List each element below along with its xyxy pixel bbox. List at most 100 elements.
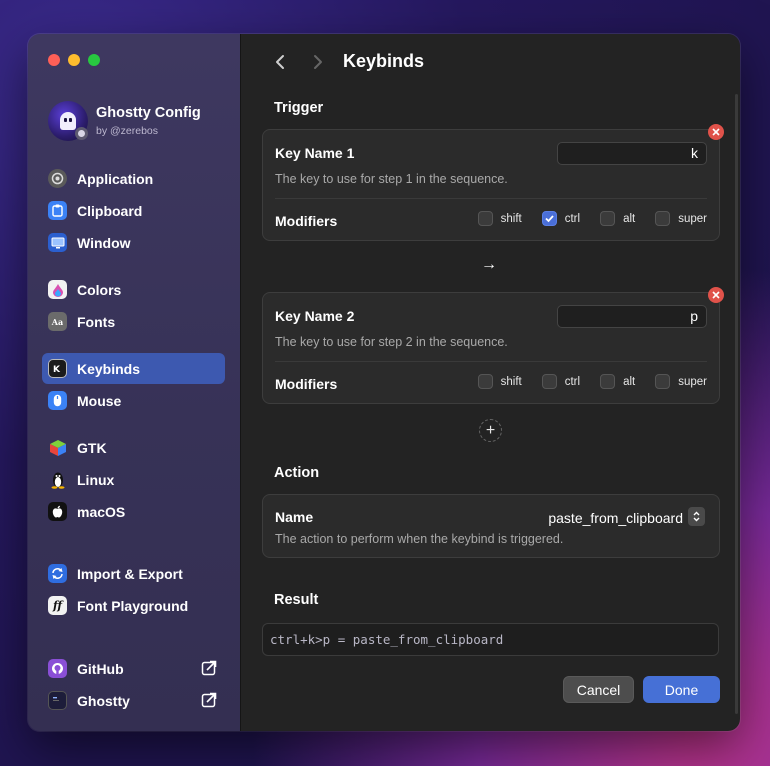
modifier-alt[interactable]: alt bbox=[600, 374, 635, 389]
app-title: Ghostty Config bbox=[96, 105, 201, 121]
sidebar-item-label: Colors bbox=[77, 281, 122, 298]
ctrl-checkbox[interactable] bbox=[541, 374, 557, 389]
keybinds-icon: K bbox=[48, 359, 67, 378]
apple-icon bbox=[48, 502, 67, 521]
modifier-ctrl[interactable]: ctrl bbox=[541, 211, 580, 226]
sidebar-item-clipboard[interactable]: Clipboard bbox=[42, 195, 225, 226]
sidebar-item-label: Keybinds bbox=[77, 360, 141, 377]
sidebar-item-import-export[interactable]: Import & Export bbox=[42, 558, 225, 589]
cancel-button[interactable]: Cancel bbox=[563, 676, 634, 703]
sidebar-item-font-playground[interactable]: ff Font Playground bbox=[42, 590, 225, 621]
sequence-arrow: → bbox=[481, 256, 497, 273]
sidebar-item-fonts[interactable]: Aa Fonts bbox=[42, 306, 225, 337]
sidebar-item-label: GitHub bbox=[77, 660, 124, 677]
sidebar-item-label: Font Playground bbox=[77, 597, 189, 614]
key-name-input[interactable]: p bbox=[557, 305, 707, 328]
modifier-shift[interactable]: shift bbox=[477, 211, 522, 226]
sidebar-item-label: Ghostty bbox=[77, 692, 130, 709]
shift-checkbox[interactable] bbox=[477, 374, 493, 389]
sidebar-item-label: Import & Export bbox=[77, 565, 183, 582]
back-chevron-icon[interactable] bbox=[271, 52, 291, 72]
external-link-icon bbox=[201, 692, 217, 708]
sidebar-item-label: Mouse bbox=[77, 392, 122, 409]
close-window-button[interactable] bbox=[48, 54, 60, 66]
sidebar-item-github[interactable]: GitHub bbox=[42, 653, 225, 684]
app-header: Ghostty Config by @zerebos bbox=[48, 101, 201, 141]
action-description: The action to perform when the keybind i… bbox=[275, 532, 564, 546]
sidebar-item-application[interactable]: Application bbox=[42, 163, 225, 194]
chevron-up-down-icon bbox=[693, 511, 700, 522]
action-select[interactable]: paste_from_clipboard bbox=[548, 510, 683, 526]
shift-checkbox[interactable] bbox=[477, 211, 493, 226]
action-section-title: Action bbox=[274, 465, 320, 481]
remove-step-button[interactable] bbox=[708, 124, 724, 140]
forward-chevron-icon[interactable] bbox=[307, 52, 327, 72]
ghostty-icon bbox=[48, 691, 67, 710]
modifier-alt[interactable]: alt bbox=[600, 211, 635, 226]
super-checkbox[interactable] bbox=[655, 211, 671, 226]
sidebar-item-linux[interactable]: Linux bbox=[42, 464, 225, 495]
modifiers-group: shift ctrl alt super bbox=[458, 211, 707, 226]
close-icon bbox=[712, 128, 720, 136]
font-playground-icon: ff bbox=[48, 596, 67, 615]
done-button[interactable]: Done bbox=[643, 676, 720, 703]
external-link-icon bbox=[201, 660, 217, 676]
sidebar-item-macos[interactable]: macOS bbox=[42, 496, 225, 527]
key-name-label: Key Name 2 bbox=[275, 308, 355, 324]
svg-text:K: K bbox=[53, 365, 61, 374]
ctrl-checkbox[interactable] bbox=[541, 211, 557, 226]
modifier-ctrl[interactable]: ctrl bbox=[541, 374, 580, 389]
page-title: Keybinds bbox=[343, 51, 425, 71]
trigger-section-title: Trigger bbox=[274, 100, 324, 116]
gtk-icon bbox=[48, 438, 67, 457]
alt-checkbox[interactable] bbox=[600, 374, 616, 389]
fonts-icon: Aa bbox=[48, 312, 67, 331]
divider bbox=[275, 361, 707, 362]
modifiers-group: shift ctrl alt super bbox=[458, 374, 707, 389]
sidebar-item-mouse[interactable]: Mouse bbox=[42, 385, 225, 416]
mouse-icon bbox=[48, 391, 67, 410]
app-window: Ghostty Config by @zerebos Application C… bbox=[28, 34, 740, 731]
add-step-button[interactable]: + bbox=[479, 419, 502, 442]
trigger-step-card: Key Name 2 p The key to use for step 2 i… bbox=[262, 292, 720, 404]
modifier-shift[interactable]: shift bbox=[477, 374, 522, 389]
key-name-label: Key Name 1 bbox=[275, 145, 355, 161]
sidebar-item-label: GTK bbox=[77, 439, 107, 456]
linux-icon bbox=[48, 470, 67, 489]
sidebar-item-label: macOS bbox=[77, 503, 126, 520]
app-subtitle: by @zerebos bbox=[96, 125, 159, 137]
modifier-super[interactable]: super bbox=[655, 211, 707, 226]
colors-icon bbox=[48, 280, 67, 299]
sidebar-item-label: Window bbox=[77, 234, 131, 251]
remove-step-button[interactable] bbox=[708, 287, 724, 303]
sidebar-item-colors[interactable]: Colors bbox=[42, 274, 225, 305]
sidebar-item-gtk[interactable]: GTK bbox=[42, 432, 225, 463]
modifier-super[interactable]: super bbox=[655, 374, 707, 389]
sidebar-item-keybinds[interactable]: K Keybinds bbox=[42, 353, 225, 384]
github-icon bbox=[48, 659, 67, 678]
minimize-window-button[interactable] bbox=[68, 54, 80, 66]
sidebar-item-ghostty[interactable]: Ghostty bbox=[42, 685, 225, 716]
sidebar: Ghostty Config by @zerebos Application C… bbox=[28, 34, 241, 731]
close-icon bbox=[712, 291, 720, 299]
sidebar-item-window[interactable]: Window bbox=[42, 227, 225, 258]
window-controls bbox=[48, 54, 100, 66]
super-checkbox[interactable] bbox=[655, 374, 671, 389]
select-stepper[interactable] bbox=[688, 507, 705, 526]
key-name-input[interactable]: k bbox=[557, 142, 707, 165]
sidebar-item-label: Clipboard bbox=[77, 202, 143, 219]
clipboard-icon bbox=[48, 201, 67, 220]
result-section-title: Result bbox=[274, 592, 319, 608]
sidebar-item-label: Application bbox=[77, 170, 154, 187]
scrollbar[interactable] bbox=[735, 94, 738, 714]
modifiers-label: Modifiers bbox=[275, 376, 338, 392]
action-card: Name paste_from_clipboard The action to … bbox=[262, 494, 720, 558]
ghostty-logo-icon bbox=[48, 101, 88, 141]
action-name-label: Name bbox=[275, 509, 314, 525]
window-icon bbox=[48, 233, 67, 252]
application-icon bbox=[48, 169, 67, 188]
sidebar-item-label: Fonts bbox=[77, 313, 116, 330]
zoom-window-button[interactable] bbox=[88, 54, 100, 66]
divider bbox=[275, 198, 707, 199]
alt-checkbox[interactable] bbox=[600, 211, 616, 226]
